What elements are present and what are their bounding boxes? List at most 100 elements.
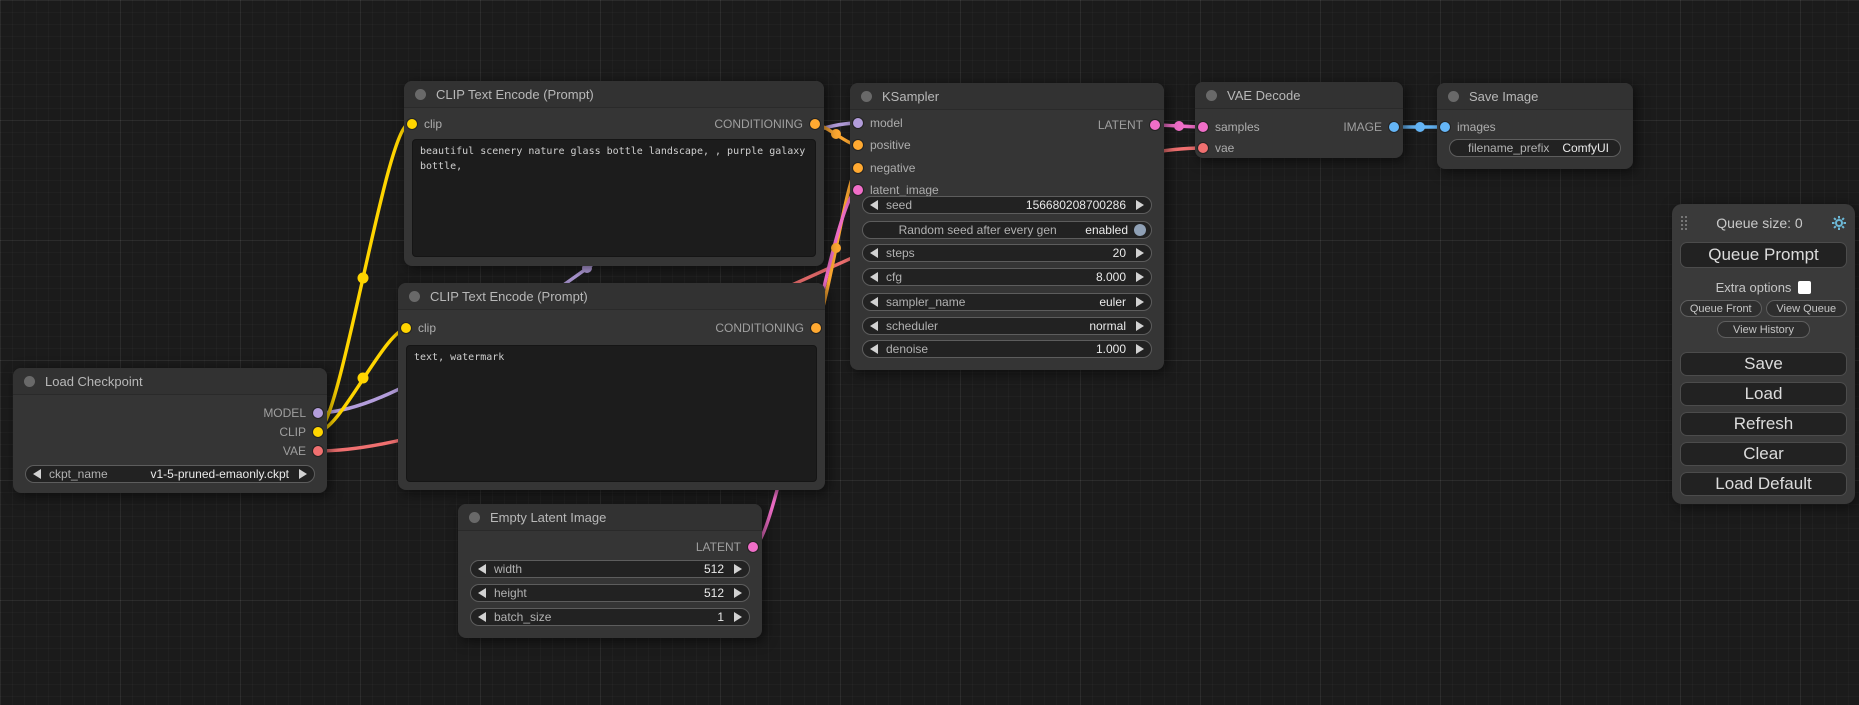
- output-slot-clip[interactable]: [313, 427, 323, 437]
- widget-batch-size[interactable]: batch_size 1: [470, 608, 750, 626]
- output-slot-image[interactable]: [1389, 122, 1399, 132]
- load-button[interactable]: Load: [1680, 382, 1847, 406]
- widget-random-seed-toggle[interactable]: Random seed after every gen enabled: [862, 221, 1152, 239]
- widget-scheduler[interactable]: scheduler normal: [862, 317, 1152, 335]
- load-default-button[interactable]: Load Default: [1680, 472, 1847, 496]
- collapse-dot-icon[interactable]: [861, 91, 872, 102]
- node-title-bar[interactable]: KSampler: [850, 83, 1164, 110]
- decrement-arrow-icon[interactable]: [478, 588, 486, 598]
- output-slot-conditioning[interactable]: [811, 323, 821, 333]
- widget-width[interactable]: width 512: [470, 560, 750, 578]
- queue-prompt-button[interactable]: Queue Prompt: [1680, 242, 1847, 268]
- increment-arrow-icon[interactable]: [734, 612, 742, 622]
- input-label: clip: [424, 115, 442, 133]
- node-clip-text-encode-negative[interactable]: CLIP Text Encode (Prompt) clip CONDITION…: [398, 283, 825, 490]
- view-queue-button[interactable]: View Queue: [1766, 300, 1848, 317]
- node-title-bar[interactable]: CLIP Text Encode (Prompt): [404, 81, 824, 108]
- prompt-textarea[interactable]: text, watermark: [406, 345, 817, 482]
- increment-arrow-icon[interactable]: [1136, 344, 1144, 354]
- node-save-image[interactable]: Save Image images filename_prefix ComfyU…: [1437, 83, 1633, 169]
- input-slot-samples[interactable]: [1198, 122, 1208, 132]
- input-slot-latent-image[interactable]: [853, 185, 863, 195]
- node-ksampler[interactable]: KSampler model LATENT positive negative …: [850, 83, 1164, 370]
- node-title-bar[interactable]: Empty Latent Image: [458, 504, 762, 531]
- widget-label: seed: [886, 198, 912, 212]
- node-title-bar[interactable]: Save Image: [1437, 83, 1633, 110]
- increment-arrow-icon[interactable]: [1136, 321, 1144, 331]
- collapse-dot-icon[interactable]: [415, 89, 426, 100]
- node-title: Load Checkpoint: [45, 374, 143, 389]
- extra-options-label: Extra options: [1716, 280, 1792, 295]
- increment-arrow-icon[interactable]: [734, 564, 742, 574]
- widget-cfg[interactable]: cfg 8.000: [862, 268, 1152, 286]
- collapse-dot-icon[interactable]: [409, 291, 420, 302]
- increment-arrow-icon[interactable]: [1136, 272, 1144, 282]
- collapse-dot-icon[interactable]: [1448, 91, 1459, 102]
- input-slot-clip[interactable]: [401, 323, 411, 333]
- widget-value: v1-5-pruned-emaonly.ckpt: [150, 467, 289, 481]
- output-slot-conditioning[interactable]: [810, 119, 820, 129]
- widget-value: ComfyUI: [1562, 141, 1609, 155]
- collapse-dot-icon[interactable]: [1206, 90, 1217, 101]
- widget-sampler-name[interactable]: sampler_name euler: [862, 293, 1152, 311]
- decrement-arrow-icon[interactable]: [870, 297, 878, 307]
- graph-canvas[interactable]: Load Checkpoint MODEL CLIP VAE ckpt_name…: [0, 0, 1859, 705]
- view-history-button[interactable]: View History: [1717, 321, 1811, 338]
- decrement-arrow-icon[interactable]: [870, 344, 878, 354]
- increment-arrow-icon[interactable]: [1136, 248, 1144, 258]
- widget-value: 156680208700286: [1026, 198, 1126, 212]
- output-slot-latent[interactable]: [1150, 120, 1160, 130]
- input-slot-images[interactable]: [1440, 122, 1450, 132]
- output-slot-model[interactable]: [313, 408, 323, 418]
- widget-seed[interactable]: seed 156680208700286: [862, 196, 1152, 214]
- settings-gear-icon[interactable]: [1831, 215, 1847, 231]
- decrement-arrow-icon[interactable]: [870, 248, 878, 258]
- widget-denoise[interactable]: denoise 1.000: [862, 340, 1152, 358]
- widget-ckpt-name[interactable]: ckpt_name v1-5-pruned-emaonly.ckpt: [25, 465, 315, 483]
- input-slot-clip[interactable]: [407, 119, 417, 129]
- toggle-enabled-icon[interactable]: [1134, 224, 1146, 236]
- increment-arrow-icon[interactable]: [734, 588, 742, 598]
- prompt-textarea[interactable]: beautiful scenery nature glass bottle la…: [412, 139, 816, 257]
- input-slot-negative[interactable]: [853, 163, 863, 173]
- queue-front-button[interactable]: Queue Front: [1680, 300, 1762, 317]
- increment-arrow-icon[interactable]: [1136, 297, 1144, 307]
- widget-label: batch_size: [494, 610, 551, 624]
- collapse-dot-icon[interactable]: [24, 376, 35, 387]
- output-label: IMAGE: [1343, 118, 1382, 136]
- widget-height[interactable]: height 512: [470, 584, 750, 602]
- increment-arrow-icon[interactable]: [299, 469, 307, 479]
- extra-options-checkbox[interactable]: [1798, 281, 1811, 294]
- node-title-bar[interactable]: Load Checkpoint: [13, 368, 327, 395]
- output-slot-vae[interactable]: [313, 446, 323, 456]
- node-title-bar[interactable]: CLIP Text Encode (Prompt): [398, 283, 825, 310]
- node-title: Save Image: [1469, 89, 1538, 104]
- widget-steps[interactable]: steps 20: [862, 244, 1152, 262]
- decrement-arrow-icon[interactable]: [870, 200, 878, 210]
- decrement-arrow-icon[interactable]: [870, 321, 878, 331]
- decrement-arrow-icon[interactable]: [478, 612, 486, 622]
- node-empty-latent-image[interactable]: Empty Latent Image LATENT width 512 heig…: [458, 504, 762, 638]
- link-dot: [358, 373, 369, 384]
- widget-label: scheduler: [886, 319, 938, 333]
- node-title: VAE Decode: [1227, 88, 1300, 103]
- collapse-dot-icon[interactable]: [469, 512, 480, 523]
- node-vae-decode[interactable]: VAE Decode samples IMAGE vae: [1195, 82, 1403, 158]
- refresh-button[interactable]: Refresh: [1680, 412, 1847, 436]
- drag-handle[interactable]: [1680, 215, 1688, 231]
- node-clip-text-encode-positive[interactable]: CLIP Text Encode (Prompt) clip CONDITION…: [404, 81, 824, 266]
- decrement-arrow-icon[interactable]: [870, 272, 878, 282]
- decrement-arrow-icon[interactable]: [33, 469, 41, 479]
- clear-button[interactable]: Clear: [1680, 442, 1847, 466]
- widget-filename-prefix[interactable]: filename_prefix ComfyUI: [1449, 139, 1621, 157]
- decrement-arrow-icon[interactable]: [478, 564, 486, 574]
- queue-panel: Queue size: 0 Queue Prompt Extra options: [1672, 204, 1855, 504]
- input-slot-positive[interactable]: [853, 140, 863, 150]
- increment-arrow-icon[interactable]: [1136, 200, 1144, 210]
- node-load-checkpoint[interactable]: Load Checkpoint MODEL CLIP VAE ckpt_name…: [13, 368, 327, 493]
- save-button[interactable]: Save: [1680, 352, 1847, 376]
- link-dot: [358, 273, 369, 284]
- output-slot-latent[interactable]: [748, 542, 758, 552]
- node-title-bar[interactable]: VAE Decode: [1195, 82, 1403, 109]
- input-slot-vae[interactable]: [1198, 143, 1208, 153]
